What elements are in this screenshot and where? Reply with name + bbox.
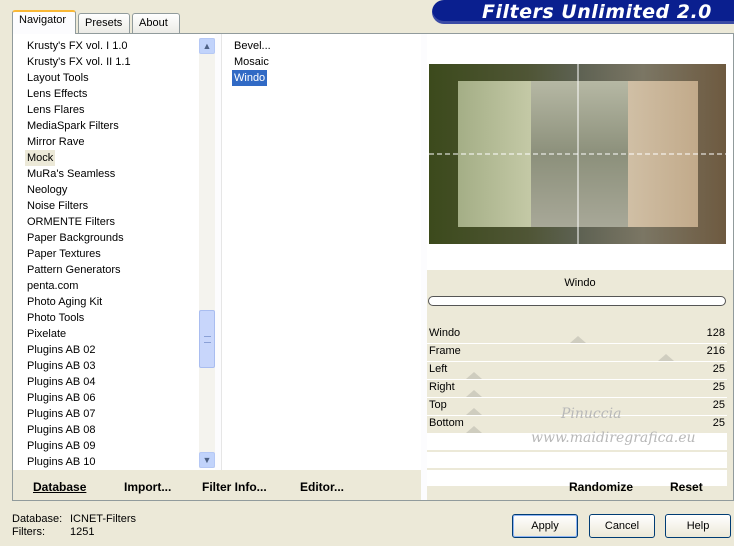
category-item[interactable]: Plugins AB 08 xyxy=(25,422,98,438)
help-button[interactable]: Help xyxy=(665,514,731,538)
scroll-thumb[interactable] xyxy=(199,310,215,368)
status-area: Database: ICNET-Filters Filters: 1251 xyxy=(12,513,136,539)
category-item[interactable]: Mock xyxy=(25,150,56,166)
grip-icon xyxy=(204,336,211,343)
apply-button[interactable]: Apply xyxy=(512,514,578,538)
param-slider-windo[interactable]: Windo 128 xyxy=(427,326,727,344)
database-button[interactable]: Database xyxy=(33,480,86,494)
category-item[interactable]: MediaSpark Filters xyxy=(25,118,121,134)
param-slider-right[interactable]: Right 25 xyxy=(427,380,727,398)
param-label: Right xyxy=(429,381,455,393)
filter-item[interactable]: Mosaic xyxy=(232,54,271,70)
slider-thumb[interactable] xyxy=(466,408,483,415)
slider-thumb[interactable] xyxy=(466,372,483,379)
cancel-button[interactable]: Cancel xyxy=(589,514,655,538)
title-banner: Filters Unlimited 2.0 xyxy=(432,0,734,24)
preview-image xyxy=(429,64,726,244)
category-item[interactable]: Plugins AB 04 xyxy=(25,374,98,390)
chevron-down-icon: ▼ xyxy=(202,455,212,465)
filters-count: 1251 xyxy=(70,526,95,538)
category-item[interactable]: Photo Aging Kit xyxy=(25,294,104,310)
category-item[interactable]: Pixelate xyxy=(25,326,68,342)
reset-button[interactable]: Reset xyxy=(670,480,703,494)
category-item[interactable]: ORMENTE Filters xyxy=(25,214,117,230)
preview-panel: Windo Windo 128 Frame 216 Left 25 Right 25 Top 25… xyxy=(427,34,733,500)
randomize-button[interactable]: Randomize xyxy=(569,480,633,494)
category-list[interactable]: Krusty's FX vol. I 1.0 Krusty's FX vol. I… xyxy=(13,34,215,470)
empty-param-row xyxy=(427,452,727,468)
filter-info-button[interactable]: Filter Info... xyxy=(202,480,267,494)
tab-about[interactable]: About xyxy=(132,13,180,33)
scroll-up-button[interactable]: ▲ xyxy=(199,38,215,54)
category-item[interactable]: Pattern Generators xyxy=(25,262,123,278)
category-item[interactable]: MuRa's Seamless xyxy=(25,166,117,182)
tab-navigator[interactable]: Navigator xyxy=(12,10,76,34)
param-value: 128 xyxy=(706,327,725,339)
progress-bar xyxy=(428,296,726,306)
database-label: Database: xyxy=(12,513,63,525)
category-item[interactable]: Plugins AB 06 xyxy=(25,390,98,406)
chevron-up-icon: ▲ xyxy=(202,41,212,51)
tab-presets[interactable]: Presets xyxy=(78,13,130,33)
category-item[interactable]: Plugins AB 09 xyxy=(25,438,98,454)
param-label: Bottom xyxy=(429,417,464,429)
category-item[interactable]: Plugins AB 03 xyxy=(25,358,98,374)
preview-filter-name: Windo xyxy=(427,272,733,294)
preview-box xyxy=(427,34,733,270)
slider-thumb[interactable] xyxy=(569,336,586,343)
category-item[interactable]: Paper Textures xyxy=(25,246,103,262)
param-label: Top xyxy=(429,399,447,411)
filter-list[interactable]: Bevel... Mosaic Windo xyxy=(221,34,421,470)
filter-item[interactable]: Windo xyxy=(232,70,268,86)
category-item[interactable]: Mirror Rave xyxy=(25,134,86,150)
category-item[interactable]: Plugins AB 10 xyxy=(25,454,98,470)
navigator-panel: Krusty's FX vol. I 1.0 Krusty's FX vol. I… xyxy=(12,33,734,501)
param-value: 25 xyxy=(712,363,725,375)
category-item[interactable]: Krusty's FX vol. I 1.0 xyxy=(25,38,130,54)
category-item[interactable]: Layout Tools xyxy=(25,70,91,86)
category-item[interactable]: Noise Filters xyxy=(25,198,90,214)
category-item[interactable]: Lens Flares xyxy=(25,102,86,118)
watermark-url: www.maidiregrafica.eu xyxy=(531,430,696,446)
category-item[interactable]: penta.com xyxy=(25,278,80,294)
import-button[interactable]: Import... xyxy=(124,480,171,494)
category-item[interactable]: Lens Effects xyxy=(25,86,89,102)
category-item[interactable]: Plugins AB 07 xyxy=(25,406,98,422)
category-item[interactable]: Plugins AB 02 xyxy=(25,342,98,358)
param-slider-frame[interactable]: Frame 216 xyxy=(427,344,727,362)
param-value: 25 xyxy=(712,381,725,393)
param-label: Frame xyxy=(429,345,461,357)
filters-label: Filters: xyxy=(12,526,45,538)
scroll-down-button[interactable]: ▼ xyxy=(199,452,215,468)
database-value: ICNET-Filters xyxy=(70,513,136,525)
param-label: Windo xyxy=(429,327,461,339)
category-item[interactable]: Paper Backgrounds xyxy=(25,230,126,246)
watermark-name: Pinuccia xyxy=(561,406,622,422)
editor-button[interactable]: Editor... xyxy=(300,480,344,494)
param-slider-left[interactable]: Left 25 xyxy=(427,362,727,380)
slider-thumb[interactable] xyxy=(466,390,483,397)
param-value: 25 xyxy=(712,399,725,411)
param-value: 216 xyxy=(706,345,725,357)
category-item[interactable]: Neology xyxy=(25,182,69,198)
filter-item[interactable]: Bevel... xyxy=(232,38,273,54)
param-value: 25 xyxy=(712,417,725,429)
slider-thumb[interactable] xyxy=(657,354,674,361)
category-scrollbar[interactable]: ▲ ▼ xyxy=(199,38,215,468)
slider-thumb[interactable] xyxy=(466,426,483,433)
param-label: Left xyxy=(429,363,448,375)
category-item[interactable]: Photo Tools xyxy=(25,310,86,326)
category-item[interactable]: Krusty's FX vol. II 1.1 xyxy=(25,54,133,70)
